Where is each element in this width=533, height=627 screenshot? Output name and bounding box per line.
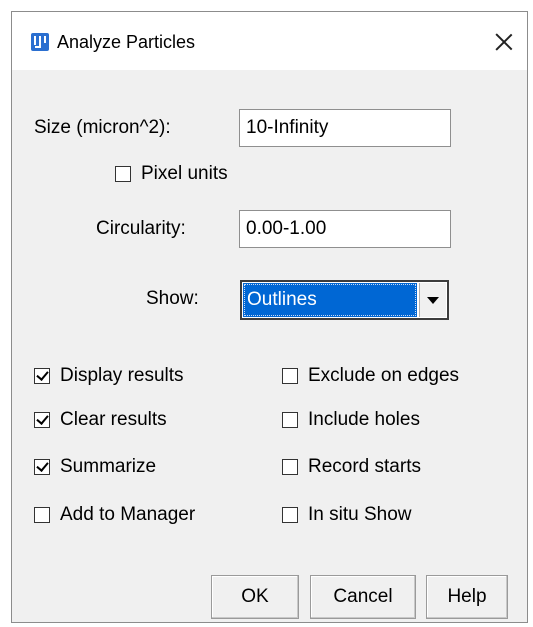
checkbox-box[interactable] — [115, 166, 131, 182]
checkbox-box[interactable] — [34, 412, 50, 428]
exclude-on-edges-checkbox[interactable]: Exclude on edges — [282, 363, 459, 389]
show-selected-value[interactable]: Outlines — [243, 283, 417, 317]
clear-results-label: Clear results — [60, 409, 167, 430]
size-input[interactable] — [239, 109, 451, 147]
checkbox-box[interactable] — [282, 459, 298, 475]
summarize-label: Summarize — [60, 456, 157, 477]
ok-button[interactable]: OK — [211, 575, 299, 619]
in-situ-show-checkbox[interactable]: In situ Show — [282, 502, 412, 528]
in-situ-show-label: In situ Show — [308, 504, 412, 525]
clear-results-checkbox[interactable]: Clear results — [34, 407, 167, 433]
size-label: Size (micron^2): — [34, 117, 171, 138]
record-starts-label: Record starts — [308, 456, 421, 477]
imagej-icon — [31, 33, 49, 51]
window-title: Analyze Particles — [57, 32, 196, 52]
pixel-units-checkbox[interactable]: Pixel units — [115, 161, 228, 187]
display-results-checkbox[interactable]: Display results — [34, 363, 184, 389]
add-to-manager-checkbox[interactable]: Add to Manager — [34, 502, 195, 528]
checkbox-box[interactable] — [34, 507, 50, 523]
help-button[interactable]: Help — [426, 575, 508, 619]
summarize-checkbox[interactable]: Summarize — [34, 454, 156, 480]
checkbox-box[interactable] — [282, 412, 298, 428]
show-label: Show: — [146, 288, 199, 309]
circularity-input[interactable] — [239, 210, 451, 248]
checkbox-box[interactable] — [34, 459, 50, 475]
checkbox-box[interactable] — [282, 507, 298, 523]
exclude-on-edges-label: Exclude on edges — [308, 365, 460, 386]
analyze-particles-dialog: Analyze Particles Size (micron^2): Pixel… — [11, 11, 528, 623]
pixel-units-label: Pixel units — [141, 163, 228, 184]
circularity-label: Circularity: — [96, 218, 186, 239]
close-icon[interactable] — [490, 28, 518, 56]
add-to-manager-label: Add to Manager — [60, 504, 196, 525]
title-bar: Analyze Particles — [12, 12, 527, 70]
cancel-button[interactable]: Cancel — [310, 575, 416, 619]
show-dropdown[interactable]: Outlines — [240, 280, 449, 320]
checkbox-box[interactable] — [34, 368, 50, 384]
include-holes-label: Include holes — [308, 409, 420, 430]
chevron-down-icon[interactable] — [419, 283, 446, 317]
display-results-label: Display results — [60, 365, 184, 386]
record-starts-checkbox[interactable]: Record starts — [282, 454, 421, 480]
checkbox-box[interactable] — [282, 368, 298, 384]
include-holes-checkbox[interactable]: Include holes — [282, 407, 420, 433]
